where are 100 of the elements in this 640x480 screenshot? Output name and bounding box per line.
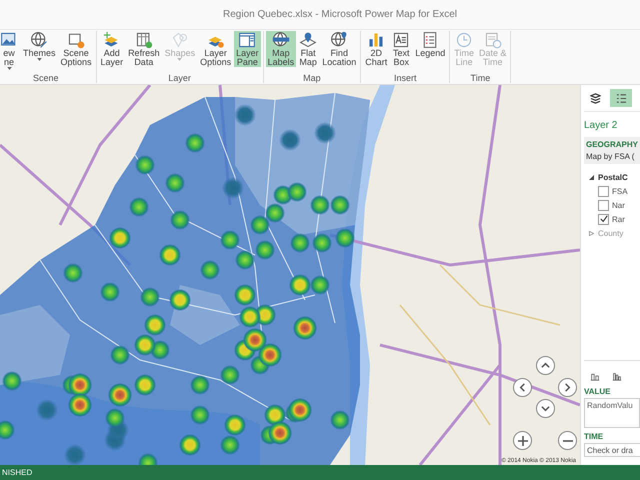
clustered-column-icon[interactable] [612,371,622,381]
bar-chart-icon [367,31,386,49]
shapes-icon [170,31,189,49]
heat-spot [179,434,201,456]
globe-pin-icon [330,31,348,49]
field-label: FSA [612,186,628,196]
checkbox[interactable] [598,186,609,196]
section-heading: TIME [584,432,604,441]
group-label: Layer [168,73,191,83]
heat-spot [310,275,330,295]
ribbon-button[interactable]: Map Labels [266,31,296,67]
heat-spot [279,129,301,151]
group-label: Insert [394,73,416,83]
ribbon-button[interactable]: Add Layer [98,31,126,67]
heat-spot [335,228,355,248]
calendar-clock-icon [484,31,502,49]
ribbon-button[interactable]: Themes [21,31,58,70]
heat-spot [243,328,267,352]
heat-spot [220,435,240,455]
layers-icon [590,92,600,104]
group-label: Time [470,73,490,83]
status-text: NISHED [2,468,32,477]
ribbon-button[interactable]: Layer Pane [234,31,261,67]
pane-icon [238,31,256,49]
chevron-right-icon [563,383,572,392]
heat-spot [129,197,149,217]
heat-spot [134,374,156,396]
heat-spot [0,420,15,440]
heat-spot [288,398,312,422]
heat-spot [135,155,155,175]
heat-spot [312,233,332,253]
heat-spot [290,233,310,253]
ribbon-button[interactable]: Legend [413,31,448,67]
table-refresh-icon [134,31,153,49]
heat-spot [287,182,307,202]
chevron-left-icon [518,383,527,392]
ribbon-button[interactable]: Layer Options [198,31,234,67]
heat-spot [314,122,336,144]
time-field[interactable]: Check or dra [584,443,640,457]
heat-spot [310,195,330,215]
heat-spot [105,408,125,428]
heat-spot [289,274,311,296]
heat-spot [190,405,210,425]
ribbon-button[interactable]: ew ne [0,31,20,70]
heat-spot [330,195,350,215]
window-title: Region Quebec.xlsx - Microsoft Power Map for Excel [223,9,457,20]
heat-spot [170,210,190,230]
heat-spot [239,306,261,328]
heat-spot [68,393,92,417]
list-icon [421,31,440,49]
heat-spot [140,287,160,307]
section-heading: VALUE [584,387,612,396]
map-pin-icon [299,31,318,49]
ribbon-button[interactable]: Scene Options [58,31,94,70]
list-icon [616,92,626,104]
chevron-up-icon [541,361,550,370]
globe-icon [272,31,290,49]
ribbon-button[interactable]: Refresh Data [126,31,162,67]
value-field[interactable]: RandomValu [584,398,640,428]
field-group[interactable]: PostalC [598,172,628,182]
heat-spot [255,240,275,260]
ribbon-button[interactable]: Find Location [320,31,358,67]
ribbon-button[interactable]: Text Box [390,31,412,67]
heat-spot [100,282,120,302]
checkbox[interactable] [598,214,609,224]
ribbon-button[interactable]: 2D Chart [363,31,390,67]
heat-spot [264,404,286,426]
heat-spot [234,104,256,126]
heat-spot [144,314,166,336]
section-heading: GEOGRAPHY [586,140,640,149]
heat-spot [220,365,240,385]
text-box-icon [392,31,410,49]
chevron-down-icon [541,404,550,413]
heat-spot [200,260,220,280]
heat-spot [220,230,240,250]
heat-spot [190,375,210,395]
heat-spot [224,414,246,436]
heat-spot [258,343,282,367]
heat-spot [63,263,83,283]
heat-spot [265,203,285,223]
heat-spot [159,244,181,266]
heat-spot [68,373,92,397]
plus-icon [518,436,528,446]
checkbox[interactable] [598,200,609,210]
heat-spot [169,289,191,311]
heat-spot [36,399,58,421]
globe-brush-icon [30,31,48,49]
heat-spot [222,177,244,199]
clock-icon [455,31,474,49]
group-label: Map [303,73,321,83]
heat-spot [134,334,156,356]
expander-icon[interactable] [589,174,594,180]
heat-spot [268,421,292,445]
field-label: Rar [612,214,625,224]
ribbon-button[interactable]: Flat Map [297,31,320,67]
layer-name: Layer 2 [584,120,618,131]
group-label: Scene [33,73,59,83]
stacked-column-icon[interactable] [590,371,600,381]
heat-spot [165,173,185,193]
field-label: Nar [612,200,625,210]
